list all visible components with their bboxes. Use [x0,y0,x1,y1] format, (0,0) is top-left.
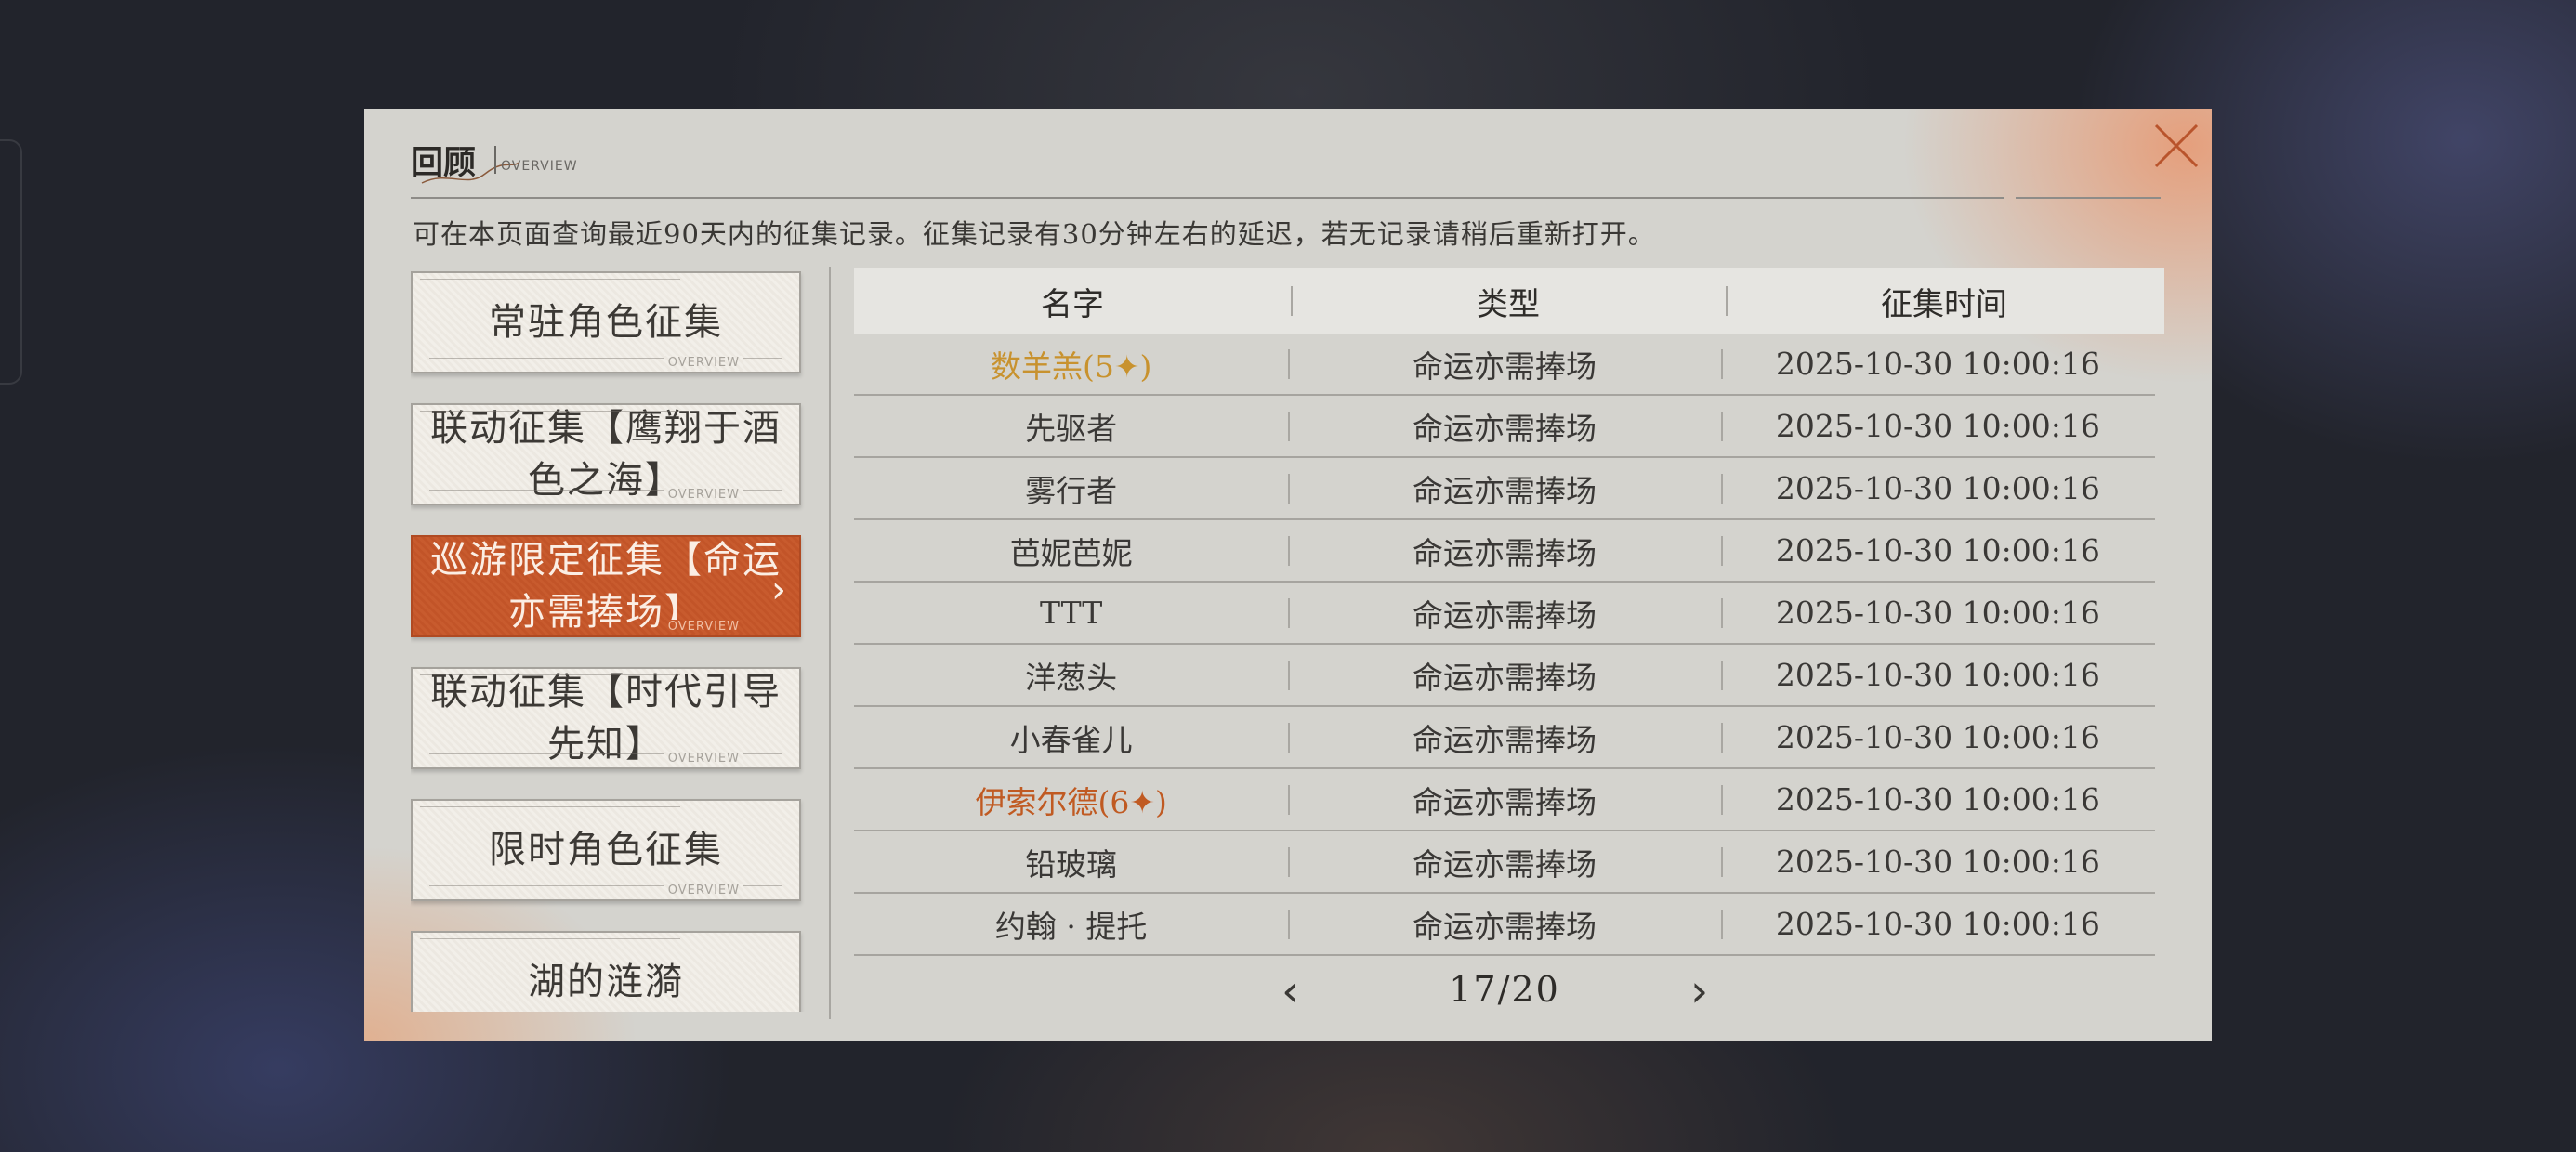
record-time: 2025-10-30 10:00:16 [1720,408,2155,444]
star-icon: ✦ [1113,347,1140,385]
record-name-text: 伊索尔德(6 [975,783,1130,820]
category-label: 限时角色征集 [489,829,723,871]
record-time: 2025-10-30 10:00:16 [1720,595,2155,631]
record-name: 铅玻璃 [854,840,1288,884]
card-tag: OVERVIEW [664,884,743,897]
record-time: 2025-10-30 10:00:16 [1720,781,2155,818]
category-label: 湖的涟漪 [528,961,684,1003]
page-title: 回顾 [411,144,477,182]
record-name-text: TTT [1040,595,1103,631]
record-type: 命运亦需捧场 [1288,591,1720,635]
record-time: 2025-10-30 10:00:16 [1720,719,2155,755]
column-header-name: 名字 [1041,285,1104,323]
card-tag: OVERVIEW [664,356,743,370]
record-name: 洋葱头 [854,653,1288,698]
column-header-time: 征集时间 [1726,279,2162,324]
records-table: 名字 类型 征集时间 数羊羔(5✦) 命运亦需捧场 2025-10-30 10:00… [854,268,2164,956]
table-row: 数羊羔(5✦) 命运亦需捧场 2025-10-30 10:00:16 [854,334,2155,396]
record-time: 2025-10-30 10:00:16 [1720,470,2155,506]
record-name-close: ) [1139,347,1152,385]
category-card[interactable]: 联动征集【时代引导先知】 OVERVIEW [411,667,801,769]
record-type: 命运亦需捧场 [1288,529,1720,573]
chevron-right-icon: › [1690,965,1709,1017]
record-type: 命运亦需捧场 [1288,342,1720,386]
record-name: 约翰 · 提托 [854,902,1288,947]
card-decoration-line [420,806,680,807]
record-type: 命运亦需捧场 [1288,778,1720,822]
record-time: 2025-10-30 10:00:16 [1720,657,2155,693]
title-separator [494,146,496,174]
close-button[interactable] [2149,118,2204,174]
chevron-right-icon: › [771,569,786,611]
header-divider [411,197,1984,199]
header-divider-segment [2016,197,2161,199]
table-row: 约翰 · 提托 命运亦需捧场 2025-10-30 10:00:16 [854,894,2155,956]
category-card[interactable]: 湖的涟漪OVERVIEW [411,931,801,1012]
card-decoration-line [420,938,680,939]
category-card[interactable]: 联动征集【鹰翔于酒色之海】 OVERVIEW [411,403,801,505]
record-name-text: 芭妮芭妮 [1009,534,1133,571]
chevron-left-icon: ‹ [1281,965,1300,1017]
record-name-text: 铅玻璃 [1025,845,1118,883]
record-type: 命运亦需捧场 [1288,902,1720,947]
category-list: 常驻角色征集 OVERVIEW 联动征集【鹰翔于酒色之海】 OVERVIEW 巡游限定征… [411,271,807,1012]
category-card[interactable]: 常驻角色征集 OVERVIEW [411,271,801,373]
next-page-button[interactable]: › [1690,965,1708,1017]
record-time: 2025-10-30 10:00:16 [1720,532,2155,569]
category-label: 常驻角色征集 [489,301,723,344]
table-row: 伊索尔德(6✦) 命运亦需捧场 2025-10-30 10:00:16 [854,769,2155,831]
record-type: 命运亦需捧场 [1288,840,1720,884]
vertical-divider [829,267,831,1019]
record-type: 命运亦需捧场 [1288,466,1720,511]
record-time: 2025-10-30 10:00:16 [1720,906,2155,942]
category-card[interactable]: 限时角色征集 OVERVIEW [411,799,801,901]
table-row: TTT 命运亦需捧场 2025-10-30 10:00:16 [854,583,2155,645]
side-drawer-tab [0,139,22,385]
page-indicator: 17/20 [1449,969,1560,1010]
card-decoration-line [420,279,680,280]
record-name-close: ) [1154,783,1167,820]
card-tag: OVERVIEW [664,752,743,766]
record-type: 命运亦需捧场 [1288,404,1720,449]
close-icon [2154,124,2199,168]
table-row: 芭妮芭妮 命运亦需捧场 2025-10-30 10:00:16 [854,520,2155,583]
table-row: 雾行者 命运亦需捧场 2025-10-30 10:00:16 [854,458,2155,520]
record-name: TTT [854,595,1288,631]
card-tag: OVERVIEW [664,620,743,634]
record-name: 雾行者 [854,466,1288,511]
record-name-text: 先驱者 [1025,410,1118,447]
table-row: 小春雀儿 命运亦需捧场 2025-10-30 10:00:16 [854,707,2155,769]
record-name: 芭妮芭妮 [854,529,1288,573]
header-divider-segment [1946,197,2004,199]
card-decoration-line [420,674,680,675]
record-name: 先驱者 [854,404,1288,449]
description-text: 可在本页面查询最近90天内的征集记录。征集记录有30分钟左右的延迟，若无记录请稍… [413,218,1656,250]
record-time: 2025-10-30 10:00:16 [1720,346,2155,382]
table-header: 名字 类型 征集时间 [854,268,2164,334]
record-name-text: 小春雀儿 [1009,721,1133,758]
card-decoration-line [420,411,680,412]
card-tag: OVERVIEW [664,488,743,502]
page-subtitle: OVERVIEW [501,159,578,174]
record-name-text: 数羊羔(5 [990,347,1114,385]
record-name-text: 洋葱头 [1025,659,1118,696]
table-row: 先驱者 命运亦需捧场 2025-10-30 10:00:16 [854,396,2155,458]
record-time: 2025-10-30 10:00:16 [1720,844,2155,880]
record-type: 命运亦需捧场 [1288,653,1720,698]
record-name-text: 约翰 · 提托 [994,908,1148,945]
table-row: 洋葱头 命运亦需捧场 2025-10-30 10:00:16 [854,645,2155,707]
record-name-text: 雾行者 [1025,472,1118,509]
column-header-type: 类型 [1291,279,1726,324]
prev-page-button[interactable]: ‹ [1281,965,1299,1017]
record-name: 小春雀儿 [854,715,1288,760]
overview-panel: 回顾 OVERVIEW 可在本页面查询最近90天内的征集记录。征集记录有30分钟… [364,109,2212,1041]
star-icon: ✦ [1129,783,1155,820]
record-type: 命运亦需捧场 [1288,715,1720,760]
pagination: ‹ 17/20 › [854,965,2164,1021]
record-name: 伊索尔德(6✦) [854,778,1288,822]
table-row: 铅玻璃 命运亦需捧场 2025-10-30 10:00:16 [854,831,2155,894]
category-card[interactable]: 巡游限定征集【命运亦需捧场】 OVERVIEW › [411,535,801,637]
table-body: 数羊羔(5✦) 命运亦需捧场 2025-10-30 10:00:16 先驱者 命运亦需捧… [854,334,2164,956]
record-name: 数羊羔(5✦) [854,342,1288,386]
